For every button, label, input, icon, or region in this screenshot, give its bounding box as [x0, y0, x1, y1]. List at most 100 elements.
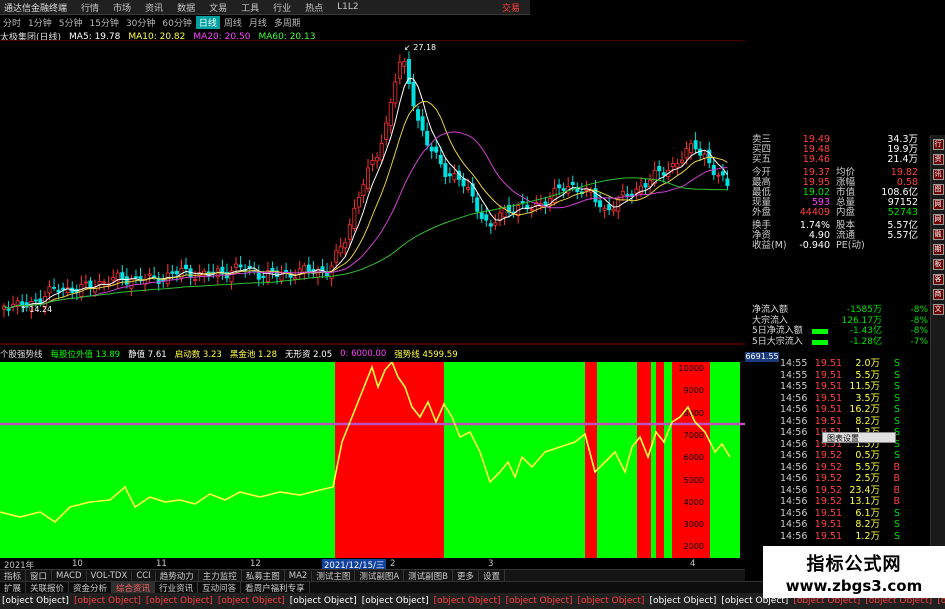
candle-body — [356, 197, 361, 208]
side-tool-icon[interactable]: 融 — [932, 229, 944, 240]
candle-body — [425, 130, 430, 146]
side-tool-icon[interactable]: 文 — [932, 304, 944, 315]
info-tab[interactable]: 扩展 — [0, 582, 27, 593]
indicator-tab[interactable]: 指标 — [0, 570, 27, 581]
period-tab[interactable]: 15分钟 — [86, 16, 121, 29]
period-tab[interactable]: 多周期 — [271, 16, 300, 29]
menu-item[interactable]: L1L2 — [333, 2, 368, 12]
candle-body — [47, 286, 52, 294]
flow-row: 大宗流入 126.17万 -8% — [752, 316, 930, 327]
candle-body — [479, 212, 484, 219]
side-tool-icon[interactable]: 客 — [932, 274, 944, 285]
tick-price: 19.51 — [814, 507, 842, 519]
side-tool-icon[interactable]: 商 — [932, 289, 944, 300]
menu-item[interactable]: 行业 — [269, 1, 301, 14]
candle-body — [293, 277, 298, 280]
period-tab[interactable]: 1分钟 — [25, 16, 55, 29]
quote-label: 收益(M) — [752, 240, 787, 251]
tick-price: 19.52 — [814, 484, 842, 496]
side-tool-icon[interactable]: 板 — [932, 259, 944, 270]
tick-time: 14:56 — [780, 427, 808, 438]
candle-body — [133, 276, 138, 279]
tick-side: S — [893, 507, 900, 519]
tick-price: 19.51 — [814, 519, 842, 530]
menu-item[interactable]: 工具 — [237, 1, 269, 14]
indicator-tab[interactable]: MA2 — [285, 570, 313, 581]
tick-time: 14:56 — [780, 438, 808, 450]
menu-item[interactable]: 资讯 — [141, 1, 173, 14]
indicator-chart[interactable]: 10000 9000 8000 7000 6000 5000 4000 3000 2000 — [0, 362, 745, 558]
indicator-axis-tick: 8000 — [684, 409, 704, 418]
flow-label: 净流入额 — [752, 305, 789, 315]
side-tool-icon[interactable]: 资 — [932, 154, 944, 165]
period-tab[interactable]: 月线 — [246, 16, 270, 29]
trade-button[interactable]: 交易 — [498, 1, 530, 14]
watermark-url: www.zbgs3.com — [785, 577, 923, 595]
indicator-tab[interactable]: 私募主图 — [242, 570, 285, 581]
candle-body — [334, 250, 339, 263]
indicator-tab[interactable]: 主力监控 — [199, 570, 242, 581]
tick-list[interactable]: 14:55 19.51 2.0万 S 14:55 19.51 5.5万 S 14:55 19.51… — [780, 358, 910, 542]
status-item: [object Object] — [433, 596, 501, 606]
tick-price: 19.51 — [814, 404, 842, 415]
side-tool-icon[interactable]: 网 — [932, 214, 944, 225]
side-tool-icon[interactable]: 网 — [932, 199, 944, 210]
status-item: [object Object] — [289, 596, 357, 606]
info-tab[interactable]: 互动问答 — [198, 582, 242, 593]
tick-price: 19.51 — [814, 381, 842, 392]
period-tab[interactable]: 30分钟 — [123, 16, 158, 29]
indicator-tab[interactable]: 趋势动力 — [156, 570, 199, 581]
menu-item[interactable]: 市场 — [109, 1, 141, 14]
side-tool-icon[interactable]: 期 — [932, 244, 944, 255]
tick-row: 14:56 19.51 3.5万 S — [780, 393, 910, 405]
indicator-title[interactable]: 个股强势线 — [0, 348, 43, 360]
candle-body — [375, 156, 380, 162]
tick-volume: 23.4万 — [849, 484, 880, 496]
info-tab[interactable]: 行业资讯 — [155, 582, 199, 593]
kline-chart[interactable]: 22.0021.0020.0019.0018.0017.0016.00↙ 27.… — [0, 40, 745, 345]
quote-volume: 21.4万 — [887, 154, 918, 165]
menu-item[interactable]: 行情 — [77, 1, 109, 14]
indicator-tab[interactable]: 窗口 — [26, 570, 53, 581]
tick-side: S — [893, 450, 900, 461]
menu-item[interactable]: 热点 — [301, 1, 333, 14]
tick-row: 14:56 19.52 2.5万 B — [780, 473, 910, 485]
indicator-axis-tick: 9000 — [684, 386, 704, 395]
side-tool-icon[interactable]: 图 — [932, 184, 944, 195]
indicator-tab[interactable]: VOL-TDX — [87, 570, 133, 581]
indicator-tab[interactable]: MACD — [52, 570, 87, 581]
tick-row: 14:56 19.51 8.2万 S — [780, 416, 910, 428]
period-tab[interactable]: 5分钟 — [56, 16, 86, 29]
period-tab[interactable]: 60分钟 — [159, 16, 194, 29]
app-title: 通达信金融终端 — [4, 3, 68, 14]
info-tab[interactable]: 看周户福利专享 — [241, 582, 310, 593]
period-tab[interactable]: 日线 — [195, 15, 220, 29]
period-tab[interactable]: 分时 — [0, 16, 24, 29]
candle-body — [529, 208, 534, 211]
tick-volume: 5.5万 — [855, 369, 880, 381]
tick-context-menu[interactable]: 图表设置 — [822, 432, 896, 443]
indicator-tab[interactable]: 测试主图 — [312, 570, 356, 581]
info-tab[interactable]: 综合资讯 — [112, 582, 156, 593]
status-item: [object Object] — [505, 596, 573, 606]
candle-body — [352, 207, 357, 229]
tick-price: 19.51 — [814, 358, 842, 369]
menu-item[interactable]: 文易 — [205, 1, 237, 14]
side-tool-icon[interactable]: 行 — [932, 139, 944, 150]
quote-row: 收益(M) -0.940 PE(动) — [752, 241, 930, 251]
info-tab[interactable]: 资金分析 — [69, 582, 113, 593]
tick-time: 14:56 — [780, 507, 808, 519]
side-tool-icon[interactable]: 讯 — [932, 169, 944, 180]
indicator-tab[interactable]: 设置 — [479, 570, 506, 581]
indicator-tab[interactable]: 更多 — [453, 570, 480, 581]
tick-volume: 8.2万 — [855, 415, 880, 427]
menu-item[interactable]: 数据 — [173, 1, 205, 14]
period-toolbar: 分时1分钟5分钟15分钟30分钟60分钟日线周线月线多周期更多 — [0, 15, 300, 29]
info-tab[interactable]: 关联报价 — [26, 582, 70, 593]
indicator-tab[interactable]: 测试副图A — [355, 570, 405, 581]
indicator-tab[interactable]: 测试副图B — [404, 570, 453, 581]
period-tab[interactable]: 周线 — [221, 16, 245, 29]
indicator-tab[interactable]: CCI — [132, 570, 156, 581]
flow-pct: -8% — [910, 305, 928, 315]
quote-value: 19.46 — [802, 154, 830, 165]
